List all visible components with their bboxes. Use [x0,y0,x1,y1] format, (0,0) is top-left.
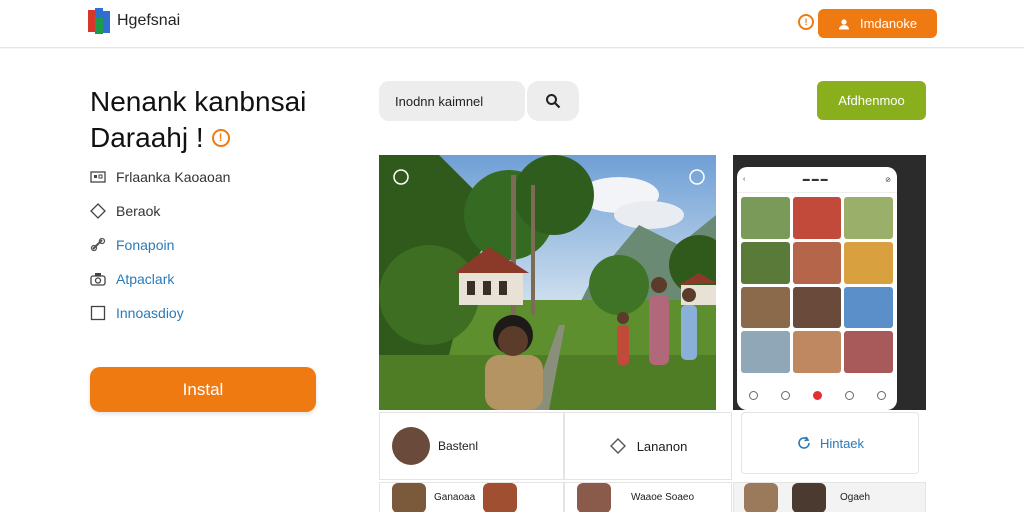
headline-line-2: Daraahj ! [90,122,204,153]
app-logo-icon[interactable] [86,6,112,38]
feature-item-1[interactable]: Frlaanka Kaoaoan [90,169,230,185]
top-bar: Hgefsnai ! Imdanoke [0,0,1024,48]
record-icon [812,390,822,400]
grid-thumb[interactable] [844,286,893,329]
tag-icon [90,203,106,219]
feature-label: Frlaanka Kaoaoan [116,169,231,185]
grid-thumb[interactable] [741,197,790,239]
page-title: Nenank kanbnsai Daraahj ! ! [90,84,306,156]
feature-label: Atpaclark [116,271,175,287]
search-icon [546,94,561,109]
thumbnail [792,482,826,512]
gallery-icon [90,171,106,183]
phone-tab[interactable] [876,390,886,400]
action-button[interactable]: Afdhenmoo [817,81,926,120]
install-button[interactable]: Instal [90,367,316,412]
list-item-label: Ganaoaa [434,492,476,503]
avatar [392,427,430,465]
card-lananon[interactable]: Lananon [564,412,732,480]
grid-thumb[interactable] [792,197,842,239]
share-icon[interactable]: ⊘ [885,176,891,184]
list-item-label: Ogaeh [840,492,871,503]
checkbox-icon [90,305,106,321]
search-button[interactable] [527,81,579,121]
phone-tab[interactable] [748,390,758,400]
feature-label: Innoasdioy [116,305,184,321]
grid-thumb[interactable] [844,331,893,373]
tag-icon [609,438,626,454]
refresh-icon [798,436,810,449]
card-label: Hintaek [819,435,865,451]
list-item[interactable]: Ogaeh [733,482,926,512]
feature-label: Beraok [116,203,161,219]
phone-tab[interactable] [812,390,822,400]
account-button-label: Imdanoke [859,16,918,31]
hero-photo [379,155,716,410]
feature-label: Fonapoin [116,237,175,253]
profile-icon [876,390,886,400]
card-label: Lananon [636,438,688,454]
notification-badge-icon[interactable]: ! [798,14,814,30]
thumbnail [392,482,426,512]
bookmark-icon [780,390,790,400]
photo-grid [741,197,893,373]
home-icon [748,390,758,400]
info-icon[interactable]: ! [211,129,230,147]
card-label: Bastenl [438,439,479,453]
feature-item-5[interactable]: Innoasdioy [90,305,184,321]
feature-item-4[interactable]: Atpaclark [90,271,174,287]
back-icon[interactable]: ‹ [743,176,745,183]
list-item[interactable]: Waaoe Soaeo [564,482,732,512]
phone-tab-bar [737,380,897,410]
phone-screen: ‹ ▬ ▬ ▬ ⊘ [737,167,897,410]
thumbnail [483,482,518,512]
grid-thumb[interactable] [741,331,790,373]
grid-thumb[interactable] [741,241,790,284]
thumbnail [577,482,611,512]
account-button[interactable]: Imdanoke [818,9,937,38]
search-input[interactable]: Inodnn kaimnel [379,81,525,121]
link-icon [90,237,106,252]
phone-tab[interactable] [780,390,790,400]
list-item-label: Waaoe Soaeo [631,492,695,503]
grid-thumb[interactable] [741,286,790,329]
thumbnail [744,482,778,512]
phone-header: ‹ ▬ ▬ ▬ ⊘ [737,167,897,193]
grid-thumb[interactable] [792,241,842,284]
chat-icon [844,390,854,400]
grid-thumb[interactable] [844,241,893,284]
brand-name: Hgefsnai [117,12,181,29]
grid-thumb[interactable] [844,197,893,239]
phone-header-dots: ▬ ▬ ▬ [802,176,828,183]
headline-line-1: Nenank kanbnsai [90,86,307,117]
card-bastenl[interactable]: Bastenl [379,412,564,480]
phone-tab[interactable] [844,390,854,400]
camera-icon [90,273,106,286]
list-item[interactable]: Ganaoaa [379,482,564,512]
phone-preview-panel: ‹ ▬ ▬ ▬ ⊘ [733,155,926,410]
card-hintaek[interactable]: Hintaek [741,412,919,474]
grid-thumb[interactable] [792,286,842,329]
feature-item-2[interactable]: Beraok [90,203,160,219]
headline-line-2-row: Daraahj ! ! [90,120,306,156]
user-icon [838,18,849,29]
feature-item-3[interactable]: Fonapoin [90,237,174,253]
grid-thumb[interactable] [792,331,842,373]
